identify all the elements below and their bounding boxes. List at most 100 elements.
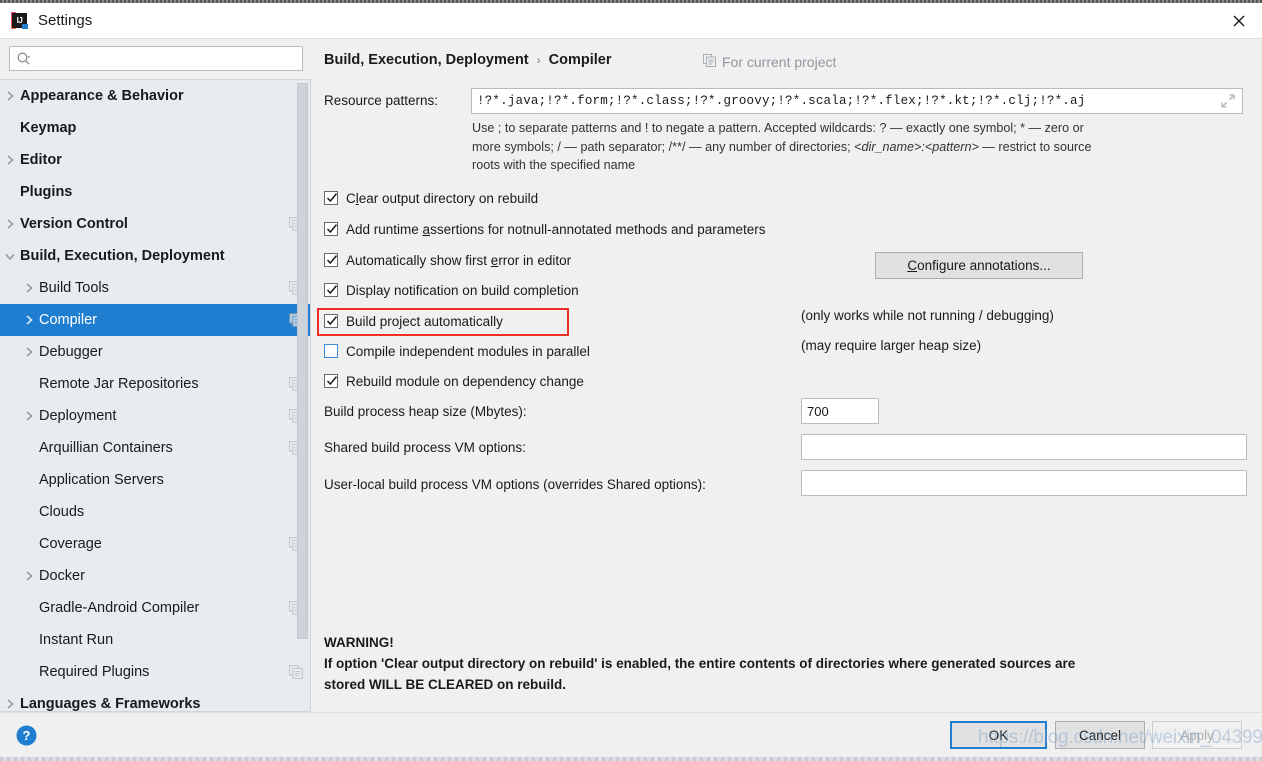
sidebar-item-editor[interactable]: Editor	[0, 144, 310, 176]
title-bar: IJ Settings	[0, 3, 1262, 39]
cancel-button[interactable]: Cancel	[1055, 721, 1145, 749]
chevron-right-icon[interactable]	[19, 282, 39, 294]
checkbox-label: Clear output directory on rebuild	[346, 191, 538, 206]
checkbox-label: Add runtime assertions for notnull-annot…	[346, 222, 766, 237]
sidebar-item-required-plugins[interactable]: Required Plugins	[0, 656, 310, 688]
checkbox-label-pre: Add runtime	[346, 221, 423, 237]
sidebar-item-clouds[interactable]: Clouds	[0, 496, 310, 528]
sidebar-item-label: Plugins	[20, 184, 73, 200]
checkbox-add-runtime-assertions-for[interactable]: Add runtime assertions for notnull-annot…	[324, 219, 766, 239]
sidebar-item-label: Remote Jar Repositories	[39, 376, 199, 392]
sidebar-item-label: Docker	[39, 568, 85, 584]
checkbox-box[interactable]	[324, 374, 338, 388]
sidebar-item-languages-frameworks[interactable]: Languages & Frameworks	[0, 688, 310, 712]
sidebar-item-build-execution-deployment[interactable]: Build, Execution, Deployment	[0, 240, 310, 272]
note-auto-build: (only works while not running / debuggin…	[801, 308, 1054, 323]
chevron-right-icon[interactable]	[19, 570, 39, 582]
checkbox-label: Build project automatically	[346, 314, 503, 329]
chevron-right-icon[interactable]	[19, 346, 39, 358]
sidebar-item-label: Coverage	[39, 536, 102, 552]
checkbox-automatically-show-first-error[interactable]: Automatically show first error in editor	[324, 250, 571, 270]
checkbox-clear-output-directory-on[interactable]: Clear output directory on rebuild	[324, 188, 538, 208]
chevron-down-icon[interactable]	[0, 252, 20, 261]
sidebar-item-label: Keymap	[20, 120, 77, 136]
apply-button[interactable]: Apply	[1152, 721, 1242, 749]
checkbox-label: Automatically show first error in editor	[346, 253, 571, 268]
checkbox-label-post: rror in editor	[498, 252, 572, 268]
breadcrumb-current: Compiler	[548, 52, 612, 68]
checkbox-box[interactable]	[324, 283, 338, 297]
checkbox-box[interactable]	[324, 222, 338, 236]
sidebar-item-docker[interactable]: Docker	[0, 560, 310, 592]
help-icon[interactable]: ?	[16, 725, 37, 746]
sidebar-item-remote-jar-repositories[interactable]: Remote Jar Repositories	[0, 368, 310, 400]
checkbox-label-post: ssertions for notnull-annotated methods …	[430, 221, 766, 237]
sidebar-item-label: Gradle-Android Compiler	[39, 600, 200, 616]
sidebar-item-coverage[interactable]: Coverage	[0, 528, 310, 560]
sidebar-scrollbar-thumb[interactable]	[297, 83, 308, 639]
checkbox-box[interactable]	[324, 344, 338, 358]
checkbox-label-post: ear output directory on rebuild	[358, 190, 539, 206]
intellij-idea-logo-icon: IJ	[11, 12, 28, 29]
checkbox-label-pre: Compile independent modules in parallel	[346, 343, 590, 359]
checkbox-label-pre: Rebuild module on dependency change	[346, 373, 584, 389]
close-icon[interactable]	[1216, 3, 1262, 38]
sidebar-item-appearance-behavior[interactable]: Appearance & Behavior	[0, 80, 310, 112]
compiler-settings-panel: Build, Execution, Deployment › Compiler …	[311, 40, 1262, 712]
heap-size-input[interactable]	[801, 398, 879, 424]
checkbox-box[interactable]	[324, 314, 338, 328]
breadcrumb-parent[interactable]: Build, Execution, Deployment	[324, 52, 529, 68]
checkbox-build-project-automatically[interactable]: Build project automatically	[324, 311, 503, 331]
checkbox-compile-independent-modules-in[interactable]: Compile independent modules in parallel	[324, 341, 590, 361]
ok-button[interactable]: OK	[950, 721, 1047, 749]
checkbox-box[interactable]	[324, 191, 338, 205]
expand-icon[interactable]	[1219, 92, 1237, 110]
sidebar-item-label: Languages & Frameworks	[20, 696, 201, 712]
heap-size-label: Build process heap size (Mbytes):	[324, 404, 527, 419]
checkbox-rebuild-module-on-dependency[interactable]: Rebuild module on dependency change	[324, 371, 584, 391]
scope-label: For current project	[722, 54, 837, 70]
checkbox-box[interactable]	[324, 253, 338, 267]
screen-edge-artifact-bottom	[0, 757, 1262, 761]
search-icon	[16, 51, 32, 67]
hint-line-2a: more symbols; / — path separator; /**/ —…	[472, 139, 855, 154]
sidebar-item-debugger[interactable]: Debugger	[0, 336, 310, 368]
resource-patterns-input[interactable]	[471, 88, 1243, 114]
copy-icon	[703, 54, 716, 70]
sidebar-item-build-tools[interactable]: Build Tools	[0, 272, 310, 304]
checkbox-label: Compile independent modules in parallel	[346, 344, 590, 359]
configure-annotations-mnemonic: C	[907, 258, 918, 273]
sidebar-item-keymap[interactable]: Keymap	[0, 112, 310, 144]
chevron-right-icon[interactable]	[0, 698, 20, 710]
search-input[interactable]	[34, 48, 302, 69]
chevron-right-icon[interactable]	[0, 154, 20, 166]
sidebar-item-application-servers[interactable]: Application Servers	[0, 464, 310, 496]
shared-vm-options-input[interactable]	[801, 434, 1247, 460]
sidebar-item-label: Editor	[20, 152, 62, 168]
sidebar-item-instant-run[interactable]: Instant Run	[0, 624, 310, 656]
warning-line-1: If option 'Clear output directory on reb…	[324, 656, 1076, 671]
configure-annotations-button[interactable]: Configure annotations...	[875, 252, 1083, 279]
user-local-vm-options-input[interactable]	[801, 470, 1247, 496]
warning-title: WARNING!	[324, 635, 394, 650]
search-field[interactable]	[9, 46, 303, 71]
sidebar-item-plugins[interactable]: Plugins	[0, 176, 310, 208]
checkbox-display-notification-on-build[interactable]: Display notification on build completion	[324, 280, 579, 300]
chevron-right-icon[interactable]	[19, 314, 39, 326]
scope-indicator: For current project	[703, 54, 836, 70]
sidebar-item-compiler[interactable]: Compiler	[0, 304, 310, 336]
chevron-right-icon[interactable]	[0, 218, 20, 230]
sidebar-scrollbar[interactable]	[296, 83, 309, 711]
checkbox-label-pre: Automatically show first	[346, 252, 491, 268]
svg-text:?: ?	[23, 728, 31, 743]
sidebar-item-gradle-android-compiler[interactable]: Gradle-Android Compiler	[0, 592, 310, 624]
sidebar-item-label: Version Control	[20, 216, 128, 232]
sidebar-item-version-control[interactable]: Version Control	[0, 208, 310, 240]
chevron-right-icon[interactable]	[0, 90, 20, 102]
sidebar-item-deployment[interactable]: Deployment	[0, 400, 310, 432]
sidebar-item-arquillian-containers[interactable]: Arquillian Containers	[0, 432, 310, 464]
settings-sidebar: Appearance & Behavior Keymap Editor Plugins…	[0, 40, 311, 712]
chevron-right-icon[interactable]	[19, 410, 39, 422]
sidebar-item-label: Build Tools	[39, 280, 109, 296]
sidebar-item-label: Instant Run	[39, 632, 114, 648]
